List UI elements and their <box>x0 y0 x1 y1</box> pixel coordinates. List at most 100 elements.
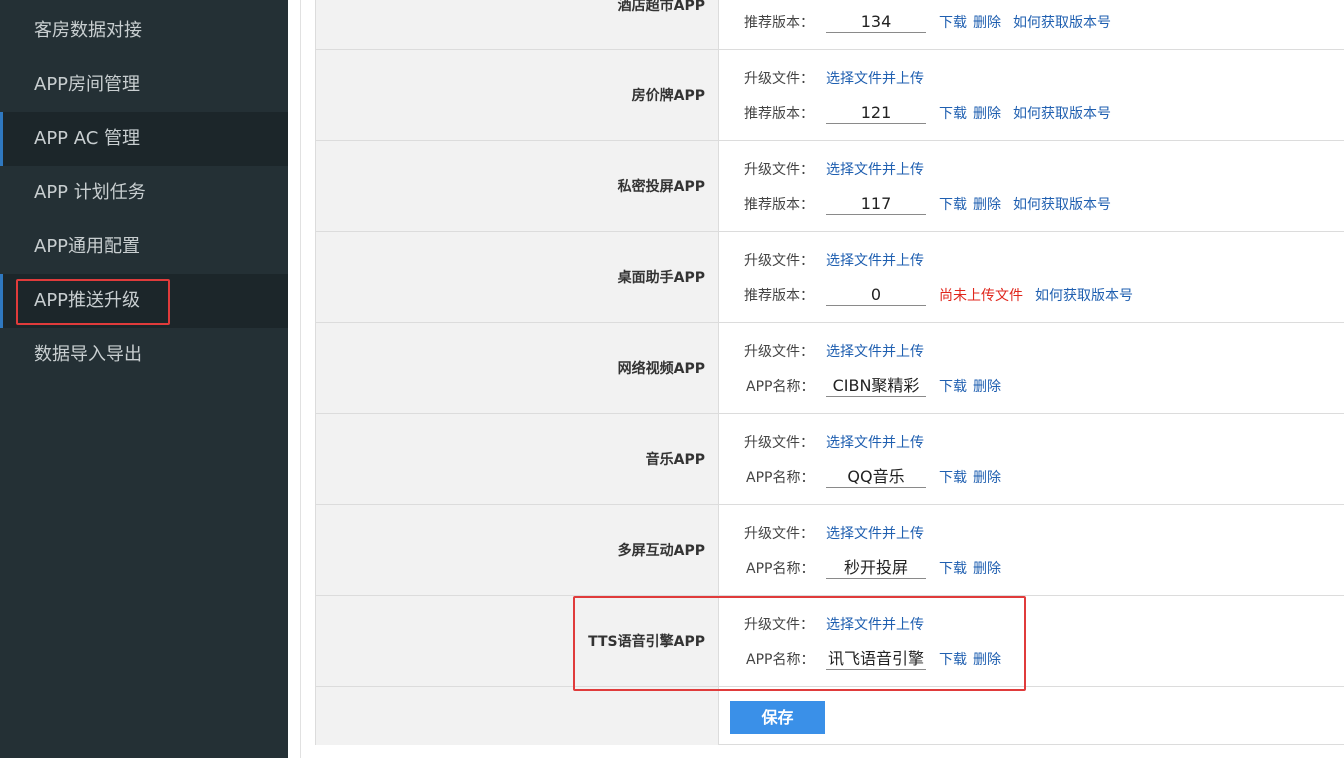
row-label-cell: 酒店超市APP <box>316 0 719 49</box>
version-input[interactable]: 134 <box>826 11 926 33</box>
upload-line: 升级文件： 选择文件并上传 <box>744 431 924 453</box>
field-label: APP名称： <box>746 379 815 395</box>
version-input[interactable]: 117 <box>826 193 926 215</box>
actions: 尚未上传文件 如何获取版本号 <box>939 285 1133 305</box>
delete-link[interactable]: 删除 <box>973 467 1001 487</box>
row-name: 桌面助手APP <box>617 270 705 286</box>
app-name-line: APP名称： 秒开投屏 下载 删除 <box>744 557 1001 579</box>
field-label: 推荐版本： <box>744 288 814 304</box>
sidebar-item-app-upgrade[interactable]: APP推送升级 <box>0 274 288 328</box>
download-link[interactable]: 下载 <box>939 558 967 578</box>
upload-line: 升级文件： 选择文件并上传 <box>744 613 924 635</box>
download-link[interactable]: 下载 <box>939 649 967 669</box>
row-name: 酒店超市APP <box>617 0 705 14</box>
howto-link[interactable]: 如何获取版本号 <box>1035 285 1133 305</box>
version-line: 推荐版本： 117 下载 删除 如何获取版本号 <box>744 193 1111 215</box>
download-link[interactable]: 下载 <box>939 12 967 32</box>
sidebar-item-label: 客房数据对接 <box>34 20 142 41</box>
field-label: 升级文件： <box>744 617 814 633</box>
sidebar-item-label: APP AC 管理 <box>34 128 141 149</box>
actions: 下载 删除 如何获取版本号 <box>939 194 1111 214</box>
row-name: 多屏互动APP <box>617 543 705 559</box>
sidebar-item-app-schedule[interactable]: APP 计划任务 <box>0 166 288 220</box>
upload-link[interactable]: 选择文件并上传 <box>826 432 924 452</box>
table-row: 多屏互动APP 升级文件： 选择文件并上传 APP名称： 秒开投屏 下载 删除 <box>316 505 1344 596</box>
upload-line: 升级文件： 选择文件并上传 <box>744 522 924 544</box>
sidebar-item-label: APP通用配置 <box>34 236 141 257</box>
table-row: 酒店超市APP 推荐版本： 134 下载 删除 如何获取版本号 <box>316 0 1344 50</box>
app-name-line: APP名称： 讯飞语音引擎 下载 删除 <box>744 648 1001 670</box>
upload-link[interactable]: 选择文件并上传 <box>826 68 924 88</box>
table-row: 网络视频APP 升级文件： 选择文件并上传 APP名称： CIBN聚精彩 下载 … <box>316 323 1344 414</box>
delete-link[interactable]: 删除 <box>973 376 1001 396</box>
delete-link[interactable]: 删除 <box>973 12 1001 32</box>
upload-line: 升级文件： 选择文件并上传 <box>744 340 924 362</box>
app-name-input[interactable]: CIBN聚精彩 <box>826 375 926 397</box>
actions: 下载 删除 如何获取版本号 <box>939 12 1111 32</box>
version-input[interactable]: 0 <box>826 284 926 306</box>
app-name-input[interactable]: 秒开投屏 <box>826 557 926 579</box>
app-name-input[interactable]: QQ音乐 <box>826 466 926 488</box>
sidebar-item-app-ac[interactable]: APP AC 管理 <box>0 112 288 166</box>
table-row: TTS语音引擎APP 升级文件： 选择文件并上传 APP名称： 讯飞语音引擎 下… <box>316 596 1344 687</box>
row-name: 房价牌APP <box>631 88 705 104</box>
field-label: 升级文件： <box>744 253 814 269</box>
row-label-cell: TTS语音引擎APP <box>316 596 719 686</box>
not-uploaded-status: 尚未上传文件 <box>939 288 1023 304</box>
howto-link[interactable]: 如何获取版本号 <box>1013 103 1111 123</box>
table-row: 私密投屏APP 升级文件： 选择文件并上传 推荐版本： 117 下载 删除 如何… <box>316 141 1344 232</box>
sidebar-item-room-data[interactable]: 客房数据对接 <box>0 4 288 58</box>
sidebar-item-label: 数据导入导出 <box>34 344 142 365</box>
sidebar-item-app-room[interactable]: APP房间管理 <box>0 58 288 112</box>
upload-link[interactable]: 选择文件并上传 <box>826 523 924 543</box>
download-link[interactable]: 下载 <box>939 103 967 123</box>
upload-line: 升级文件： 选择文件并上传 <box>744 67 924 89</box>
version-line: 推荐版本： 134 下载 删除 如何获取版本号 <box>744 11 1111 33</box>
sidebar-item-app-config[interactable]: APP通用配置 <box>0 220 288 274</box>
delete-link[interactable]: 删除 <box>973 649 1001 669</box>
save-button[interactable]: 保存 <box>730 701 825 734</box>
upload-link[interactable]: 选择文件并上传 <box>826 614 924 634</box>
upload-link[interactable]: 选择文件并上传 <box>826 159 924 179</box>
actions: 下载 删除 <box>939 376 1001 396</box>
row-label-cell: 网络视频APP <box>316 323 719 413</box>
download-link[interactable]: 下载 <box>939 194 967 214</box>
field-label: 推荐版本： <box>744 106 814 122</box>
field-label: 升级文件： <box>744 526 814 542</box>
highlight-box <box>16 279 170 325</box>
row-label-cell: 多屏互动APP <box>316 505 719 595</box>
field-label: 推荐版本： <box>744 197 814 213</box>
table-row: 房价牌APP 升级文件： 选择文件并上传 推荐版本： 121 下载 删除 如何获… <box>316 50 1344 141</box>
row-label-cell: 音乐APP <box>316 414 719 504</box>
save-row <box>316 687 1344 745</box>
upload-link[interactable]: 选择文件并上传 <box>826 250 924 270</box>
actions: 下载 删除 <box>939 558 1001 578</box>
active-indicator <box>0 274 3 328</box>
sidebar: 客房数据对接 APP房间管理 APP AC 管理 APP 计划任务 APP通用配… <box>0 0 288 758</box>
upload-line: 升级文件： 选择文件并上传 <box>744 158 924 180</box>
upload-link[interactable]: 选择文件并上传 <box>826 341 924 361</box>
download-link[interactable]: 下载 <box>939 376 967 396</box>
delete-link[interactable]: 删除 <box>973 558 1001 578</box>
table-row: 音乐APP 升级文件： 选择文件并上传 APP名称： QQ音乐 下载 删除 <box>316 414 1344 505</box>
download-link[interactable]: 下载 <box>939 467 967 487</box>
row-name: 私密投屏APP <box>617 179 705 195</box>
field-label: 推荐版本： <box>744 15 814 31</box>
row-name: TTS语音引擎APP <box>588 634 705 650</box>
row-label-cell: 私密投屏APP <box>316 141 719 231</box>
delete-link[interactable]: 删除 <box>973 103 1001 123</box>
main-content: 酒店超市APP 推荐版本： 134 下载 删除 如何获取版本号 房价牌APP 升… <box>300 0 1344 758</box>
field-label: 升级文件： <box>744 162 814 178</box>
app-name-line: APP名称： QQ音乐 下载 删除 <box>744 466 1001 488</box>
howto-link[interactable]: 如何获取版本号 <box>1013 12 1111 32</box>
actions: 下载 删除 如何获取版本号 <box>939 103 1111 123</box>
version-input[interactable]: 121 <box>826 102 926 124</box>
sidebar-item-data-import-export[interactable]: 数据导入导出 <box>0 328 288 382</box>
row-label-cell: 房价牌APP <box>316 50 719 140</box>
sidebar-item-label: APP房间管理 <box>34 74 141 95</box>
field-label: 升级文件： <box>744 435 814 451</box>
delete-link[interactable]: 删除 <box>973 194 1001 214</box>
app-name-input[interactable]: 讯飞语音引擎 <box>826 648 926 670</box>
howto-link[interactable]: 如何获取版本号 <box>1013 194 1111 214</box>
row-name: 音乐APP <box>645 452 705 468</box>
